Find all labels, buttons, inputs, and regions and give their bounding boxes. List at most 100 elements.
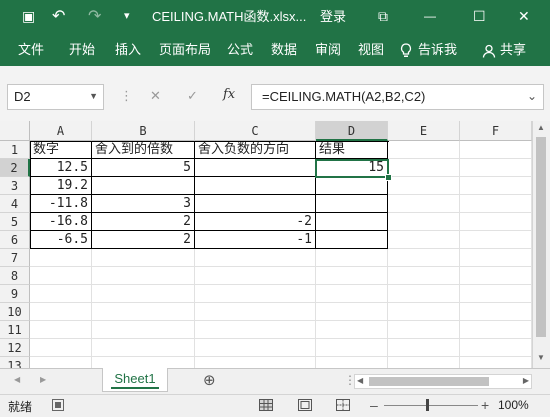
undo-icon[interactable]: ↶ [52,0,65,33]
tab-review[interactable]: 审阅 [315,33,341,66]
cell-c6[interactable]: -1 [195,231,316,249]
save-icon[interactable]: ▣ [22,0,35,33]
cell-f11[interactable] [460,321,532,339]
row-header-11[interactable]: 11 [0,321,30,339]
close-button[interactable]: ✕ [518,0,530,33]
cell-e2[interactable] [388,159,460,177]
column-header-b[interactable]: B [92,121,195,141]
cell-f5[interactable] [460,213,532,231]
cell-c4[interactable] [195,195,316,213]
user-icon[interactable] [482,33,496,66]
row-header-13[interactable]: 13 [0,357,30,368]
cell-e6[interactable] [388,231,460,249]
cell-f6[interactable] [460,231,532,249]
tab-scroll-right-icon[interactable]: ▶ [40,375,46,384]
hscroll-left-icon[interactable]: ◀ [357,376,363,385]
cell-b2[interactable]: 5 [92,159,195,177]
tab-view[interactable]: 视图 [358,33,384,66]
cell-a5[interactable]: -16.8 [30,213,92,231]
cell-b13[interactable] [92,357,195,368]
cell-e5[interactable] [388,213,460,231]
page-layout-view-icon[interactable] [298,399,312,414]
macro-record-icon[interactable] [52,399,64,414]
add-sheet-icon[interactable]: ⊕ [203,371,216,389]
cell-b5[interactable]: 2 [92,213,195,231]
minimize-button[interactable]: — [424,0,436,33]
column-header-f[interactable]: F [460,121,532,141]
page-break-view-icon[interactable] [336,399,350,414]
cell-e8[interactable] [388,267,460,285]
cell-c11[interactable] [195,321,316,339]
horizontal-scrollbar[interactable]: ◀ ▶ [354,374,532,389]
cell-d8[interactable] [316,267,388,285]
cell-b3[interactable] [92,177,195,195]
zoom-out-button[interactable]: – [370,397,378,413]
cell-a7[interactable] [30,249,92,267]
cell-c5[interactable]: -2 [195,213,316,231]
tab-formulas[interactable]: 公式 [227,33,253,66]
cell-c2[interactable] [195,159,316,177]
row-header-2[interactable]: 2 [0,159,30,177]
expand-formula-icon[interactable]: ⌄ [527,89,537,103]
cell-c13[interactable] [195,357,316,368]
name-box[interactable]: D2 ▼ [7,84,104,110]
formula-input[interactable]: =CEILING.MATH(A2,B2,C2) ⌄ [251,84,544,110]
scroll-up-icon[interactable]: ▲ [537,123,545,132]
row-header-3[interactable]: 3 [0,177,30,195]
cell-f3[interactable] [460,177,532,195]
zoom-level[interactable]: 100% [498,398,529,412]
cell-f1[interactable] [460,141,532,159]
cell-a10[interactable] [30,303,92,321]
tab-sheet1[interactable]: Sheet1 [102,368,168,392]
cell-f7[interactable] [460,249,532,267]
cell-e9[interactable] [388,285,460,303]
cell-a4[interactable]: -11.8 [30,195,92,213]
insert-function-icon[interactable]: fx [223,87,235,102]
ribbon-display-icon[interactable]: ⧉ [378,0,388,33]
row-header-10[interactable]: 10 [0,303,30,321]
row-header-7[interactable]: 7 [0,249,30,267]
share-button[interactable]: 共享 [500,33,526,66]
cell-e10[interactable] [388,303,460,321]
zoom-slider-thumb[interactable] [426,399,429,411]
cell-b7[interactable] [92,249,195,267]
zoom-in-button[interactable]: + [481,397,489,413]
column-header-d[interactable]: D [316,121,388,141]
enter-icon[interactable]: ✓ [187,88,198,104]
cell-a9[interactable] [30,285,92,303]
cell-c1[interactable]: 舍入负数的方向 [195,141,316,159]
cell-f8[interactable] [460,267,532,285]
row-header-4[interactable]: 4 [0,195,30,213]
tab-page-layout[interactable]: 页面布局 [159,33,211,66]
cell-d4[interactable] [316,195,388,213]
tab-data[interactable]: 数据 [271,33,297,66]
cell-b1[interactable]: 舍入到的倍数 [92,141,195,159]
lightbulb-icon[interactable] [400,33,412,66]
tab-home[interactable]: 开始 [69,33,95,66]
hscroll-thumb[interactable] [369,377,489,386]
cell-b4[interactable]: 3 [92,195,195,213]
row-header-8[interactable]: 8 [0,267,30,285]
cell-e11[interactable] [388,321,460,339]
zoom-slider-track[interactable] [384,405,478,406]
tell-me-box[interactable]: 告诉我 [418,33,457,66]
cell-f13[interactable] [460,357,532,368]
column-header-c[interactable]: C [195,121,316,141]
cell-e1[interactable] [388,141,460,159]
vertical-scrollbar[interactable]: ▲ ▼ [532,121,550,368]
cell-a13[interactable] [30,357,92,368]
scroll-thumb[interactable] [536,137,546,337]
cell-a2[interactable]: 12.5 [30,159,92,177]
row-header-5[interactable]: 5 [0,213,30,231]
cell-f9[interactable] [460,285,532,303]
cell-a8[interactable] [30,267,92,285]
cell-d1[interactable]: 结果 [316,141,388,159]
row-header-1[interactable]: 1 [0,141,30,159]
cell-f2[interactable] [460,159,532,177]
fill-handle[interactable] [385,174,392,181]
cell-b9[interactable] [92,285,195,303]
cell-d3[interactable] [316,177,388,195]
cell-d10[interactable] [316,303,388,321]
cell-e4[interactable] [388,195,460,213]
tab-file[interactable]: 文件 [18,33,44,66]
